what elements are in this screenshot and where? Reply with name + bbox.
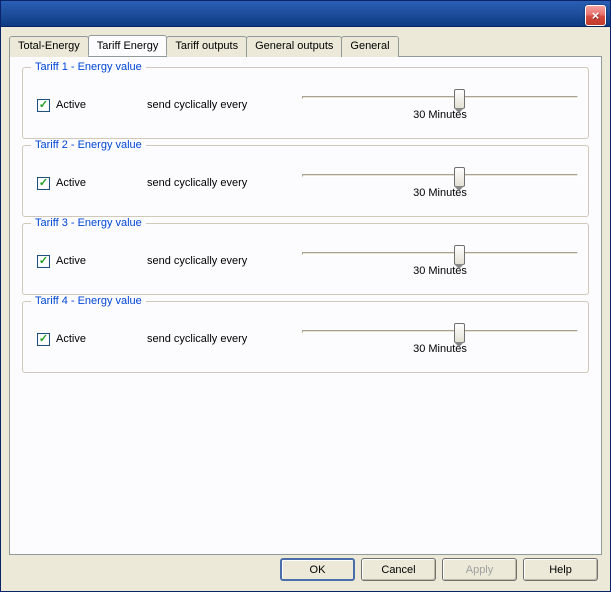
active-checkbox[interactable]: ✓: [37, 177, 50, 190]
check-icon: ✓: [39, 178, 48, 189]
dialog-window: × Total-Energy Tariff Energy Tariff outp…: [0, 0, 611, 592]
tab-general-outputs[interactable]: General outputs: [246, 36, 342, 57]
active-checkbox-wrap: ✓ Active: [37, 99, 147, 112]
slider-value: 30 Minutes: [302, 187, 578, 199]
active-label: Active: [56, 255, 86, 267]
group-title: Tariff 4 - Energy value: [31, 295, 146, 307]
close-button[interactable]: ×: [585, 5, 606, 26]
group-row: ✓ Active send cyclically every 30 Minute…: [33, 160, 578, 206]
tab-label: General outputs: [255, 40, 333, 52]
slider-thumb[interactable]: [454, 323, 465, 343]
interval-slider[interactable]: [302, 330, 578, 333]
check-icon: ✓: [39, 100, 48, 111]
active-checkbox[interactable]: ✓: [37, 255, 50, 268]
send-label: send cyclically every: [147, 333, 302, 345]
group-title: Tariff 3 - Energy value: [31, 217, 146, 229]
close-icon: ×: [592, 8, 600, 23]
slider-thumb[interactable]: [454, 245, 465, 265]
group-row: ✓ Active send cyclically every 30 Minute…: [33, 316, 578, 362]
tab-label: Tariff Energy: [97, 40, 159, 52]
tab-general[interactable]: General: [341, 36, 398, 57]
send-label: send cyclically every: [147, 177, 302, 189]
send-label: send cyclically every: [147, 255, 302, 267]
tab-strip: Total-Energy Tariff Energy Tariff output…: [9, 35, 602, 56]
tab-total-energy[interactable]: Total-Energy: [9, 36, 89, 57]
tab-label: Total-Energy: [18, 40, 80, 52]
group-tariff-3: Tariff 3 - Energy value ✓ Active send cy…: [22, 223, 589, 295]
group-tariff-2: Tariff 2 - Energy value ✓ Active send cy…: [22, 145, 589, 217]
group-title: Tariff 1 - Energy value: [31, 61, 146, 73]
button-bar: OK Cancel Apply Help: [280, 558, 598, 581]
slider-wrap: 30 Minutes: [302, 246, 578, 277]
slider-value: 30 Minutes: [302, 265, 578, 277]
tab-tariff-energy[interactable]: Tariff Energy: [88, 35, 168, 56]
slider-wrap: 30 Minutes: [302, 324, 578, 355]
group-tariff-4: Tariff 4 - Energy value ✓ Active send cy…: [22, 301, 589, 373]
group-tariff-1: Tariff 1 - Energy value ✓ Active send cy…: [22, 67, 589, 139]
interval-slider[interactable]: [302, 174, 578, 177]
group-title: Tariff 2 - Energy value: [31, 139, 146, 151]
slider-thumb[interactable]: [454, 89, 465, 109]
slider-value: 30 Minutes: [302, 343, 578, 355]
tab-container: Total-Energy Tariff Energy Tariff output…: [9, 35, 602, 555]
tab-label: General: [350, 40, 389, 52]
check-icon: ✓: [39, 256, 48, 267]
active-checkbox[interactable]: ✓: [37, 99, 50, 112]
active-checkbox-wrap: ✓ Active: [37, 255, 147, 268]
group-row: ✓ Active send cyclically every 30 Minute…: [33, 82, 578, 128]
active-label: Active: [56, 99, 86, 111]
slider-value: 30 Minutes: [302, 109, 578, 121]
active-label: Active: [56, 177, 86, 189]
send-label: send cyclically every: [147, 99, 302, 111]
active-label: Active: [56, 333, 86, 345]
titlebar: ×: [1, 1, 610, 27]
tab-label: Tariff outputs: [175, 40, 238, 52]
slider-wrap: 30 Minutes: [302, 168, 578, 199]
slider-wrap: 30 Minutes: [302, 90, 578, 121]
help-button[interactable]: Help: [523, 558, 598, 581]
active-checkbox-wrap: ✓ Active: [37, 333, 147, 346]
group-row: ✓ Active send cyclically every 30 Minute…: [33, 238, 578, 284]
check-icon: ✓: [39, 334, 48, 345]
dialog-body: Total-Energy Tariff Energy Tariff output…: [1, 27, 610, 591]
ok-button[interactable]: OK: [280, 558, 355, 581]
apply-button[interactable]: Apply: [442, 558, 517, 581]
tab-tariff-outputs[interactable]: Tariff outputs: [166, 36, 247, 57]
interval-slider[interactable]: [302, 252, 578, 255]
slider-thumb[interactable]: [454, 167, 465, 187]
active-checkbox[interactable]: ✓: [37, 333, 50, 346]
interval-slider[interactable]: [302, 96, 578, 99]
cancel-button[interactable]: Cancel: [361, 558, 436, 581]
tab-panel: Tariff 1 - Energy value ✓ Active send cy…: [9, 56, 602, 555]
active-checkbox-wrap: ✓ Active: [37, 177, 147, 190]
